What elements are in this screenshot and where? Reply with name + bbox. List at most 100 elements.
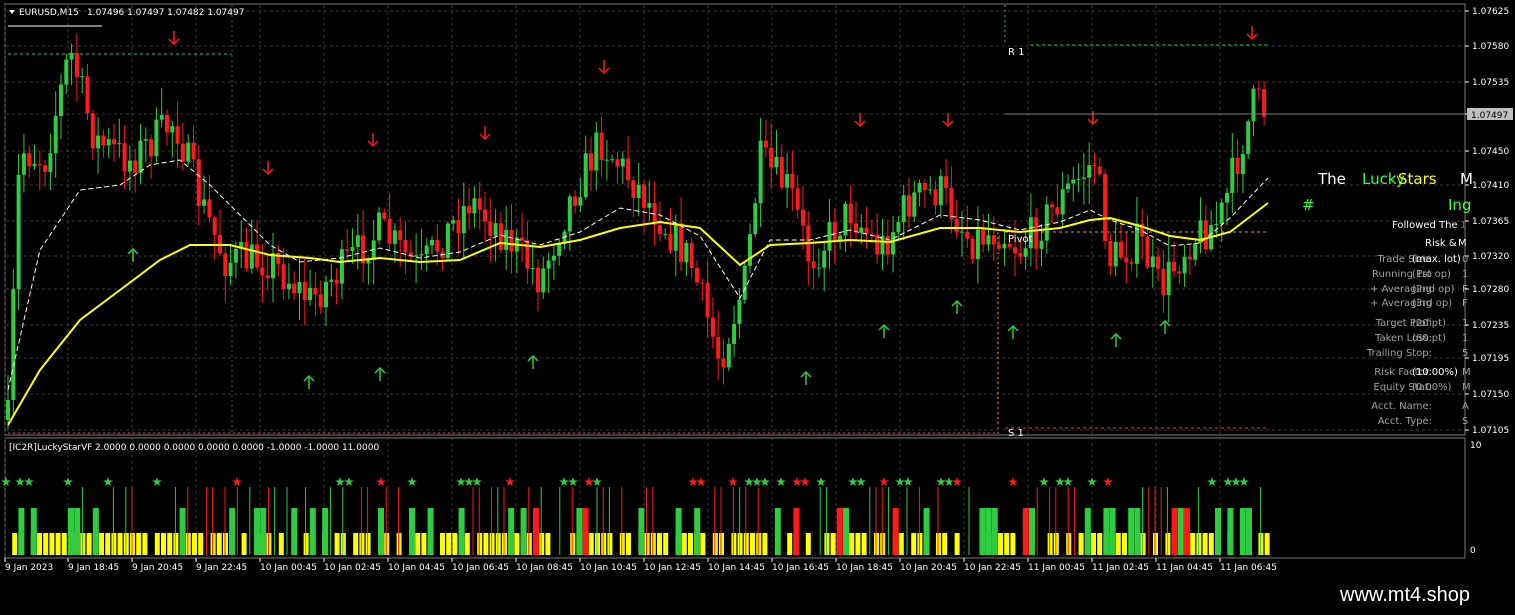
- hist-bar-signal: [1134, 508, 1141, 555]
- signal-star-icon: [376, 477, 386, 486]
- candle-body: [398, 230, 403, 240]
- hist-bar-signal: [1103, 508, 1110, 555]
- signal-star-icon: [407, 477, 417, 486]
- ea-row-value: (3rd op): [1412, 298, 1452, 309]
- hist-bar-signal: [985, 508, 992, 555]
- ea-row-extra: M: [1462, 382, 1471, 393]
- candle-body: [1203, 220, 1208, 250]
- indicator-histogram: [12, 487, 1270, 555]
- hist-bar-signal: [92, 508, 99, 555]
- hist-bar-yellow: [1115, 533, 1121, 555]
- candle-body: [615, 159, 620, 167]
- chart-canvas[interactable]: EURUSD,M15 1.07496 1.07497 1.07482 1.074…: [0, 0, 1515, 615]
- hist-bar-yellow: [241, 533, 247, 555]
- hist-bar-yellow: [1091, 533, 1096, 555]
- candle-body: [233, 248, 238, 263]
- chart-menu-triangle-icon[interactable]: [9, 10, 15, 14]
- hist-bar-yellow: [998, 533, 1003, 555]
- signal-star-icon: [1039, 477, 1049, 486]
- candle-body: [488, 221, 493, 236]
- hist-bar-signal: [1227, 508, 1234, 555]
- ma-yellow-line: [7, 202, 1269, 426]
- price-tick-label: 1.07625: [1472, 7, 1509, 17]
- candle-body: [742, 265, 747, 300]
- candle-body: [673, 223, 678, 251]
- candle-body: [1108, 240, 1113, 267]
- ea-row-extra: F: [1462, 284, 1468, 295]
- hist-bar-signal: [1128, 508, 1135, 555]
- candle-body: [530, 267, 535, 269]
- price-tick-label: 1.07410: [1472, 181, 1509, 191]
- hist-bar-yellow: [99, 533, 104, 555]
- candle-body: [1050, 204, 1055, 208]
- price-axis[interactable]: 1.076251.075801.075351.074951.074501.074…: [1465, 7, 1509, 436]
- buy-arrow-icon: [1159, 319, 1171, 334]
- time-tick-label: 10 Jan 10:45: [580, 563, 637, 573]
- time-axis[interactable]: 9 Jan 2023 9 Jan 18:45 9 Jan 20:45 9 Jan 22…: [4, 558, 1277, 573]
- hist-bar-signal: [979, 508, 986, 555]
- ea-row-extra: F: [1462, 298, 1468, 309]
- signal-star-icon: [24, 477, 34, 486]
- ea-row-label: Acct. Name:: [1371, 401, 1432, 412]
- candle-body: [1246, 121, 1251, 154]
- candle-body: [382, 212, 387, 219]
- candle-body: [1145, 236, 1150, 268]
- hist-bar-yellow: [55, 533, 61, 555]
- buy-arrow-icon: [374, 366, 386, 381]
- signal-star-icon: [952, 477, 962, 486]
- candle-body: [1166, 261, 1171, 296]
- candle-body: [880, 236, 885, 255]
- candle-body: [1081, 177, 1086, 179]
- ea-row-extra: A: [1462, 401, 1469, 412]
- candle-body: [1013, 247, 1017, 254]
- candle-body: [112, 139, 116, 145]
- hist-bar-signal: [179, 508, 186, 555]
- hist-bar-yellow: [1264, 533, 1270, 555]
- candle-body: [1193, 242, 1198, 260]
- candle-body: [1113, 241, 1118, 267]
- candle-body: [769, 147, 774, 168]
- candle-body: [763, 140, 768, 148]
- hist-bar-signal: [1022, 508, 1029, 555]
- candle-body: [16, 174, 21, 290]
- hist-bar-yellow: [61, 533, 67, 555]
- signal-star-icon: [1055, 477, 1065, 486]
- ea-row-extra: 5: [1462, 348, 1468, 359]
- candle-body: [848, 203, 853, 224]
- hist-bar-yellow: [663, 533, 669, 555]
- time-tick-label: 10 Jan 08:45: [516, 563, 573, 573]
- mt4-chart-window[interactable]: EURUSD,M15 1.07496 1.07497 1.07482 1.074…: [0, 0, 1515, 615]
- signal-star-icon: [1103, 477, 1113, 486]
- candle-body: [1044, 204, 1049, 241]
- hist-bar-yellow: [1190, 533, 1196, 555]
- hist-bar-yellow: [898, 533, 904, 555]
- candle-body: [1225, 192, 1229, 203]
- candle-body: [286, 283, 291, 290]
- ea-row-value: (2nd op): [1412, 284, 1455, 295]
- candle-body: [249, 244, 254, 269]
- candle-body: [80, 76, 85, 78]
- candle-body: [907, 195, 911, 217]
- candle-body: [965, 231, 970, 239]
- candle-body: [414, 255, 419, 257]
- candle-body: [790, 174, 795, 189]
- hist-bar-yellow: [464, 533, 470, 555]
- hist-bar-yellow: [167, 533, 173, 555]
- hist-bar-yellow: [105, 533, 111, 555]
- candle-body: [43, 165, 48, 172]
- candle-body: [912, 192, 917, 217]
- candle-body: [864, 227, 869, 234]
- hist-bar-signal: [576, 508, 583, 555]
- candle-body: [339, 249, 344, 284]
- price-tick-label: 1.07535: [1472, 78, 1509, 88]
- candle-body: [647, 203, 652, 208]
- candle-body: [758, 140, 763, 204]
- candle-body: [753, 203, 758, 235]
- hist-bar-signal: [582, 508, 589, 555]
- candle-body: [1251, 88, 1256, 122]
- candle-body: [392, 230, 397, 244]
- candle-body: [938, 176, 943, 206]
- hist-bar-yellow: [954, 533, 960, 555]
- candle-body: [59, 84, 63, 117]
- hist-bar-yellow: [762, 533, 768, 555]
